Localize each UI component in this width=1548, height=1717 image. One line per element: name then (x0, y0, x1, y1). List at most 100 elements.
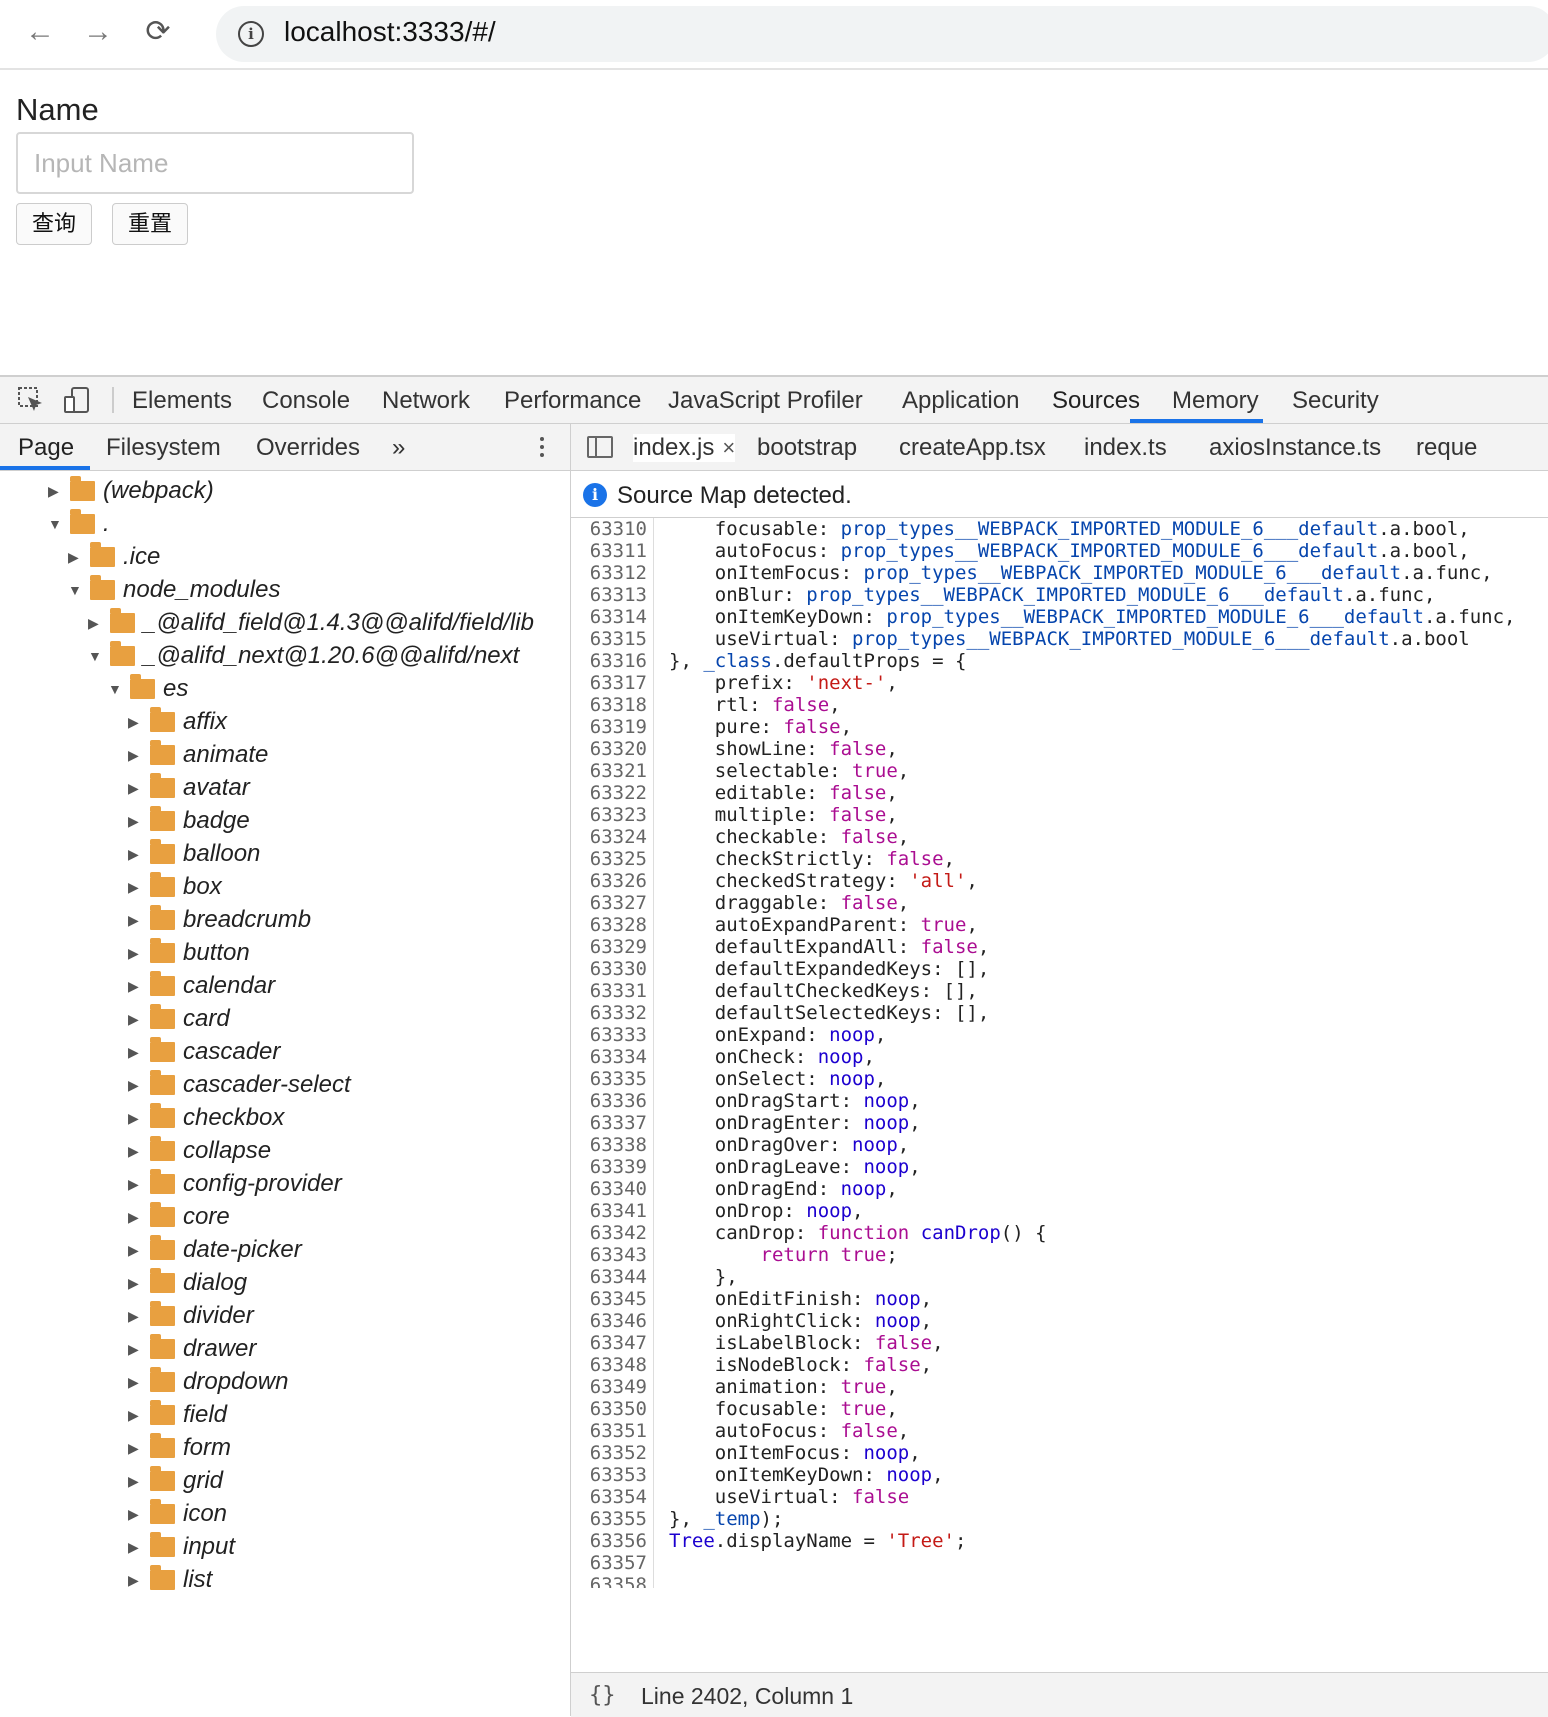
line-number[interactable]: 63317 (571, 672, 647, 694)
tab-network[interactable]: Network (382, 387, 470, 415)
line-number[interactable]: 63355 (571, 1508, 647, 1530)
code-line[interactable]: 63315 useVirtual: prop_types__WEBPACK_IM… (571, 628, 1548, 650)
line-number[interactable]: 63352 (571, 1442, 647, 1464)
line-number[interactable]: 63320 (571, 738, 647, 760)
tree-item[interactable]: ▶ badge (128, 804, 250, 838)
tree-item[interactable]: ▶ cascader (128, 1035, 280, 1069)
line-number[interactable]: 63326 (571, 870, 647, 892)
editor-tab[interactable]: axiosInstance.ts (1209, 434, 1381, 462)
code-line[interactable]: 63334 onCheck: noop, (571, 1046, 1548, 1068)
code-line[interactable]: 63350 focusable: true, (571, 1398, 1548, 1420)
code-line[interactable]: 63337 onDragEnter: noop, (571, 1112, 1548, 1134)
more-tabs-chevron-icon[interactable]: » (392, 434, 405, 462)
code-line[interactable]: 63335 onSelect: noop, (571, 1068, 1548, 1090)
line-number[interactable]: 63333 (571, 1024, 647, 1046)
tree-item[interactable]: ▼. (48, 507, 110, 541)
tree-item[interactable]: ▶ dropdown (128, 1365, 288, 1399)
code-line[interactable]: 63320 showLine: false, (571, 738, 1548, 760)
code-line[interactable]: 63347 isLabelBlock: false, (571, 1332, 1548, 1354)
tree-item[interactable]: ▶ cascader-select (128, 1068, 351, 1102)
collapsed-triangle-icon[interactable]: ▶ (128, 813, 142, 830)
tab-security[interactable]: Security (1292, 387, 1379, 415)
code-line[interactable]: 63324 checkable: false, (571, 826, 1548, 848)
code-line[interactable]: 63321 selectable: true, (571, 760, 1548, 782)
tree-item[interactable]: ▶ drawer (128, 1332, 256, 1366)
tree-item[interactable]: ▼ node_modules (68, 573, 280, 607)
tab-sources[interactable]: Sources (1052, 387, 1140, 415)
device-toolbar-icon[interactable] (62, 385, 92, 415)
code-line[interactable]: 63311 autoFocus: prop_types__WEBPACK_IMP… (571, 540, 1548, 562)
code-line[interactable]: 63342 canDrop: function canDrop() { (571, 1222, 1548, 1244)
collapsed-triangle-icon[interactable]: ▶ (128, 846, 142, 863)
code-line[interactable]: 63355}, _temp); (571, 1508, 1548, 1530)
more-options-icon[interactable] (540, 434, 546, 460)
code-line[interactable]: 63351 autoFocus: false, (571, 1420, 1548, 1442)
code-line[interactable]: 63319 pure: false, (571, 716, 1548, 738)
line-number[interactable]: 63340 (571, 1178, 647, 1200)
collapsed-triangle-icon[interactable]: ▶ (128, 1176, 142, 1193)
collapsed-triangle-icon[interactable]: ▶ (128, 1374, 142, 1391)
line-number[interactable]: 63334 (571, 1046, 647, 1068)
collapsed-triangle-icon[interactable]: ▶ (48, 483, 62, 500)
tab-javascript-profiler[interactable]: JavaScript Profiler (668, 387, 863, 415)
line-number[interactable]: 63319 (571, 716, 647, 738)
line-number[interactable]: 63346 (571, 1310, 647, 1332)
pretty-print-icon[interactable]: {} (589, 1683, 616, 1708)
url-text[interactable]: localhost:3333/#/ (284, 16, 496, 48)
collapsed-triangle-icon[interactable]: ▶ (128, 1572, 142, 1589)
code-line[interactable]: 63317 prefix: 'next-', (571, 672, 1548, 694)
tree-item[interactable]: ▶ date-picker (128, 1233, 302, 1267)
tree-item[interactable]: ▶ input (128, 1530, 235, 1564)
tree-item[interactable]: ▶ field (128, 1398, 227, 1432)
collapsed-triangle-icon[interactable]: ▶ (128, 1539, 142, 1556)
code-line[interactable]: 63318 rtl: false, (571, 694, 1548, 716)
tree-item[interactable]: ▶ calendar (128, 969, 275, 1003)
code-line[interactable]: 63312 onItemFocus: prop_types__WEBPACK_I… (571, 562, 1548, 584)
code-line[interactable]: 63356 Tree.displayName = 'Tree'; (571, 1530, 1548, 1552)
expanded-triangle-icon[interactable]: ▼ (88, 648, 102, 664)
inspect-element-icon[interactable] (16, 385, 46, 415)
code-line[interactable]: 63353 onItemKeyDown: noop, (571, 1464, 1548, 1486)
line-number[interactable]: 63311 (571, 540, 647, 562)
tree-item[interactable]: ▶ balloon (128, 837, 260, 871)
tree-item[interactable]: ▶ _@alifd_field@1.4.3@@alifd/field/lib (88, 606, 534, 640)
line-number[interactable]: 63328 (571, 914, 647, 936)
code-line[interactable]: 63336 onDragStart: noop, (571, 1090, 1548, 1112)
tree-item[interactable]: ▶ divider (128, 1299, 254, 1333)
line-number[interactable]: 63329 (571, 936, 647, 958)
code-line[interactable]: 63346 onRightClick: noop, (571, 1310, 1548, 1332)
close-tab-icon[interactable]: × (722, 435, 735, 460)
tree-item[interactable]: ▶ checkbox (128, 1101, 284, 1135)
code-line[interactable]: 63358 (571, 1574, 1548, 1588)
line-number[interactable]: 63331 (571, 980, 647, 1002)
tree-item[interactable]: ▶ animate (128, 738, 268, 772)
line-number[interactable]: 63342 (571, 1222, 647, 1244)
code-line[interactable]: 63354 useVirtual: false (571, 1486, 1548, 1508)
tab-filesystem[interactable]: Filesystem (106, 434, 221, 462)
line-number[interactable]: 63314 (571, 606, 647, 628)
collapsed-triangle-icon[interactable]: ▶ (128, 1308, 142, 1325)
collapsed-triangle-icon[interactable]: ▶ (128, 945, 142, 962)
reload-icon[interactable]: ⟳ (138, 12, 178, 52)
code-line[interactable]: 63313 onBlur: prop_types__WEBPACK_IMPORT… (571, 584, 1548, 606)
tab-overrides[interactable]: Overrides (256, 434, 360, 462)
line-number[interactable]: 63354 (571, 1486, 647, 1508)
code-line[interactable]: 63310 focusable: prop_types__WEBPACK_IMP… (571, 518, 1548, 540)
line-number[interactable]: 63310 (571, 518, 647, 540)
line-number[interactable]: 63345 (571, 1288, 647, 1310)
tree-item[interactable]: ▶ config-provider (128, 1167, 342, 1201)
code-line[interactable]: 63338 onDragOver: noop, (571, 1134, 1548, 1156)
toggle-navigator-icon[interactable] (587, 436, 613, 458)
collapsed-triangle-icon[interactable]: ▶ (128, 714, 142, 731)
editor-tab[interactable]: index.ts (1084, 434, 1167, 462)
line-number[interactable]: 63344 (571, 1266, 647, 1288)
code-line[interactable]: 63330 defaultExpandedKeys: [], (571, 958, 1548, 980)
collapsed-triangle-icon[interactable]: ▶ (128, 1209, 142, 1226)
expanded-triangle-icon[interactable]: ▼ (48, 516, 62, 532)
tab-page[interactable]: Page (18, 434, 74, 462)
line-number[interactable]: 63351 (571, 1420, 647, 1442)
address-bar[interactable]: i localhost:3333/#/ (216, 6, 1548, 62)
tree-item[interactable]: ▶ affix (128, 705, 227, 739)
line-number[interactable]: 63315 (571, 628, 647, 650)
code-line[interactable]: 63341 onDrop: noop, (571, 1200, 1548, 1222)
